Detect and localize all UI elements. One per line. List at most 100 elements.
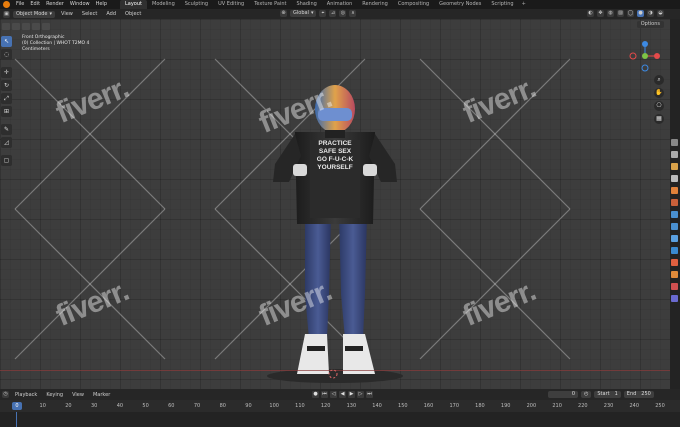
- timeline-tick-label: 110: [295, 403, 305, 409]
- particles-icon[interactable]: [671, 235, 678, 242]
- timeline-tick-label: 190: [500, 403, 511, 409]
- transform-orientation-dropdown[interactable]: Global ▾: [290, 10, 317, 17]
- record-icon[interactable]: ●: [312, 391, 319, 398]
- menu-add[interactable]: Add: [103, 9, 119, 19]
- viewport-header: ▣ Object Mode ▾ View Select Add Object ⊕…: [0, 9, 680, 19]
- tab-shading[interactable]: Shading: [291, 0, 321, 9]
- playhead-line: [16, 412, 17, 427]
- tab-layout[interactable]: Layout: [120, 0, 147, 9]
- right-boot: [343, 334, 375, 374]
- tool-properties-icon[interactable]: [671, 139, 678, 146]
- chevron-down-icon: ▾: [310, 10, 314, 16]
- end-frame-field[interactable]: End 250: [623, 391, 654, 398]
- timeline-tick-label: 240: [629, 403, 640, 409]
- menu-select[interactable]: Select: [79, 9, 100, 19]
- timeline-tick-label: 20: [65, 403, 72, 409]
- editor-type-icon[interactable]: ▣: [3, 10, 10, 18]
- overlay-icon[interactable]: ◍: [607, 10, 614, 17]
- current-frame-field[interactable]: 0: [548, 391, 578, 398]
- material-properties-icon[interactable]: [671, 283, 678, 290]
- menu-render[interactable]: Render: [43, 0, 67, 9]
- shirt-line-2: SAFE SEX: [318, 148, 352, 155]
- tab-modeling[interactable]: Modeling: [147, 0, 180, 9]
- tab-uv-editing[interactable]: UV Editing: [213, 0, 249, 9]
- menu-edit[interactable]: Edit: [27, 0, 43, 9]
- world-properties-icon[interactable]: [671, 199, 678, 206]
- timeline-tick-label: 170: [449, 403, 460, 409]
- 3d-viewport[interactable]: Front Orthographic (0) Collection | WHOT…: [0, 19, 670, 389]
- transform-controls: ⊕ Global ▾ ⌖ ⊿ ◎ ∧: [280, 10, 357, 17]
- menu-file[interactable]: File: [13, 0, 27, 9]
- 3d-cursor-icon[interactable]: [327, 368, 339, 380]
- orientation-icon[interactable]: ⊕: [280, 10, 287, 17]
- prev-keyframe-icon[interactable]: ◁: [330, 391, 337, 398]
- output-properties-icon[interactable]: [671, 163, 678, 170]
- tab-rendering[interactable]: Rendering: [357, 0, 393, 9]
- timeline-tick-label: 230: [603, 403, 614, 409]
- timeline-area[interactable]: [0, 412, 680, 427]
- play-reverse-icon[interactable]: ◀: [339, 391, 346, 398]
- tab-sculpting[interactable]: Sculpting: [180, 0, 213, 9]
- top-menu-bar: File Edit Render Window Help Layout Mode…: [0, 0, 680, 9]
- menu-timeline-view[interactable]: View: [69, 392, 87, 398]
- proportional-edit-icon[interactable]: ◎: [339, 10, 347, 17]
- timeline-tick-label: 60: [168, 403, 175, 409]
- left-boot-strap: [307, 346, 325, 351]
- material-shading-icon[interactable]: ◑: [647, 10, 654, 17]
- next-keyframe-icon[interactable]: ▷: [357, 391, 364, 398]
- neck: [325, 130, 345, 138]
- xray-icon[interactable]: ▨: [617, 10, 624, 17]
- blender-logo-icon[interactable]: [3, 1, 10, 8]
- menu-view[interactable]: View: [58, 9, 76, 19]
- current-frame-indicator[interactable]: 0: [12, 402, 22, 410]
- render-properties-icon[interactable]: [671, 151, 678, 158]
- constraints-icon[interactable]: [671, 259, 678, 266]
- timeline-tick-label: 250: [655, 403, 665, 409]
- gizmo-toggle-icon[interactable]: ✥: [597, 10, 604, 17]
- start-frame-field[interactable]: Start 1: [594, 391, 621, 398]
- visibility-icon[interactable]: ◐: [587, 10, 594, 17]
- timeline-tick-label: 120: [320, 403, 331, 409]
- menu-window[interactable]: Window: [67, 0, 93, 9]
- object-mode-dropdown[interactable]: Object Mode ▾: [13, 10, 56, 18]
- tab-compositing[interactable]: Compositing: [393, 0, 434, 9]
- menu-marker[interactable]: Marker: [90, 392, 113, 398]
- tab-geometry-nodes[interactable]: Geometry Nodes: [434, 0, 486, 9]
- timeline-tick-label: 130: [346, 403, 357, 409]
- solid-shading-icon[interactable]: ●: [637, 10, 644, 17]
- shirt-line-3: GO F-U-C-K: [316, 156, 354, 163]
- jump-end-icon[interactable]: ⏭: [366, 391, 373, 398]
- orientation-label: Global: [293, 10, 309, 16]
- data-properties-icon[interactable]: [671, 271, 678, 278]
- timeline-ruler[interactable]: 0 10 20 30 40 50 60 70 80 90 100 110 120 130 140 150 16…: [0, 400, 680, 412]
- add-workspace-button[interactable]: +: [519, 0, 529, 9]
- object-properties-icon[interactable]: [671, 211, 678, 218]
- timeline-header: ◷ Playback Keying View Marker ● ⏮ ◁ ◀ ▶ …: [0, 389, 680, 400]
- scene-properties-icon[interactable]: [671, 187, 678, 194]
- play-icon[interactable]: ▶: [348, 391, 355, 398]
- falloff-icon[interactable]: ∧: [349, 10, 357, 17]
- tab-animation[interactable]: Animation: [322, 0, 358, 9]
- menu-playback[interactable]: Playback: [12, 392, 40, 398]
- timeline-tick-label: 70: [193, 403, 201, 409]
- snap-icon[interactable]: ⊿: [329, 10, 337, 17]
- view-layer-icon[interactable]: [671, 175, 678, 182]
- menu-object[interactable]: Object: [122, 9, 144, 19]
- tab-texture-paint[interactable]: Texture Paint: [249, 0, 291, 9]
- texture-properties-icon[interactable]: [671, 295, 678, 302]
- pivot-icon[interactable]: ⌖: [319, 10, 327, 17]
- clock-icon[interactable]: ◴: [581, 391, 592, 398]
- jump-start-icon[interactable]: ⏮: [321, 391, 328, 398]
- left-boot: [297, 334, 329, 374]
- render-shading-icon[interactable]: ◒: [657, 10, 664, 17]
- physics-icon[interactable]: [671, 247, 678, 254]
- timeline-tick-label: 80: [219, 403, 226, 409]
- tab-scripting[interactable]: Scripting: [486, 0, 518, 9]
- menu-help[interactable]: Help: [93, 0, 110, 9]
- menu-keying[interactable]: Keying: [43, 392, 66, 398]
- wireframe-shading-icon[interactable]: ◯: [627, 10, 634, 17]
- timeline-tick-label: 160: [423, 403, 434, 409]
- modifier-properties-icon[interactable]: [671, 223, 678, 230]
- timeline-tick-label: 40: [116, 403, 124, 409]
- timeline-editor-icon[interactable]: ◷: [2, 391, 9, 398]
